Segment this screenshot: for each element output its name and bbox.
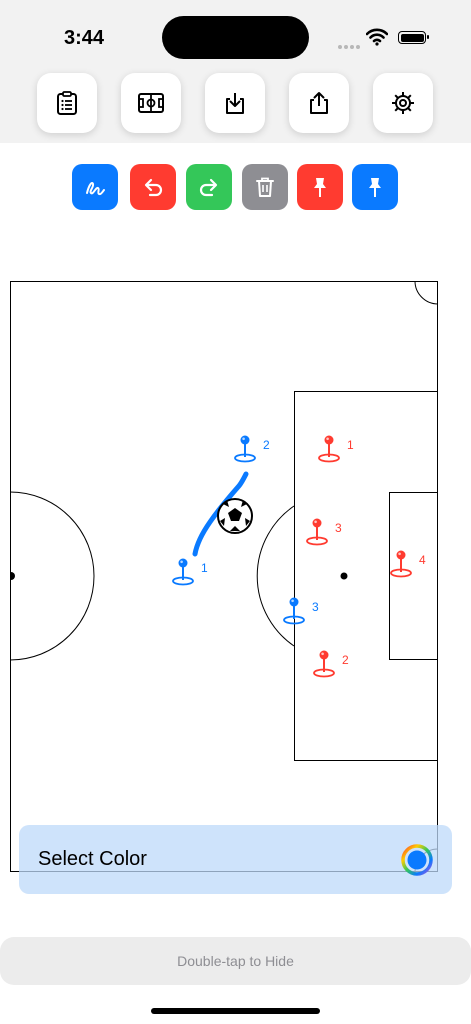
redo-icon [199, 178, 218, 197]
share-icon [310, 92, 328, 114]
red-player-number: 4 [419, 553, 426, 567]
penalty-spot [340, 572, 348, 580]
field-layout-button[interactable] [121, 73, 181, 133]
download-icon [226, 93, 244, 114]
redo-button[interactable] [186, 164, 232, 210]
hide-toolbar-hint[interactable]: Double-tap to Hide [0, 937, 471, 985]
cellular-signal-icon [338, 36, 362, 54]
draw-tool-button[interactable] [72, 164, 118, 210]
clipboard-button[interactable] [37, 73, 97, 133]
add-blue-player-button[interactable] [352, 164, 398, 210]
add-red-player-button[interactable] [297, 164, 343, 210]
blue-player-pin[interactable]: 2 [234, 433, 274, 473]
draw-icon [86, 182, 105, 196]
soccer-ball[interactable] [217, 498, 253, 534]
blue-player-pin[interactable]: 3 [283, 595, 323, 635]
undo-button[interactable] [130, 164, 176, 210]
blue-player-number: 3 [312, 600, 319, 614]
hide-hint-label: Double-tap to Hide [177, 953, 294, 969]
wifi-icon [366, 28, 388, 46]
red-player-pin[interactable]: 3 [306, 516, 346, 556]
select-color-label: Select Color [38, 848, 147, 870]
undo-icon [144, 178, 163, 197]
red-player-number: 1 [347, 438, 354, 452]
red-player-pin[interactable]: 2 [313, 648, 353, 688]
status-time: 3:44 [64, 27, 105, 49]
share-button[interactable] [289, 73, 349, 133]
save-button[interactable] [205, 73, 265, 133]
blue-player-pin[interactable]: 1 [172, 556, 212, 596]
blue-player-number: 2 [263, 438, 270, 452]
red-player-number: 3 [335, 521, 342, 535]
blue-player-number: 1 [201, 561, 208, 575]
red-player-pin[interactable]: 1 [318, 433, 358, 473]
color-picker-panel: Select Color [19, 825, 452, 894]
soccer-field[interactable] [10, 281, 438, 872]
trash-icon [256, 177, 274, 197]
battery-icon [398, 31, 429, 44]
status-icons [338, 28, 438, 49]
settings-button[interactable] [373, 73, 433, 133]
dynamic-island [162, 16, 309, 59]
clipboard-list-icon [57, 91, 77, 115]
clear-button[interactable] [242, 164, 288, 210]
blue-pin-icon [369, 178, 381, 197]
red-player-number: 2 [342, 653, 349, 667]
home-indicator [151, 1008, 320, 1014]
gear-icon [392, 92, 414, 114]
red-player-pin[interactable]: 4 [390, 548, 430, 588]
field-boundary [10, 281, 438, 872]
soccer-field-icon [138, 93, 164, 113]
color-well[interactable] [401, 844, 433, 876]
red-pin-icon [314, 178, 326, 197]
